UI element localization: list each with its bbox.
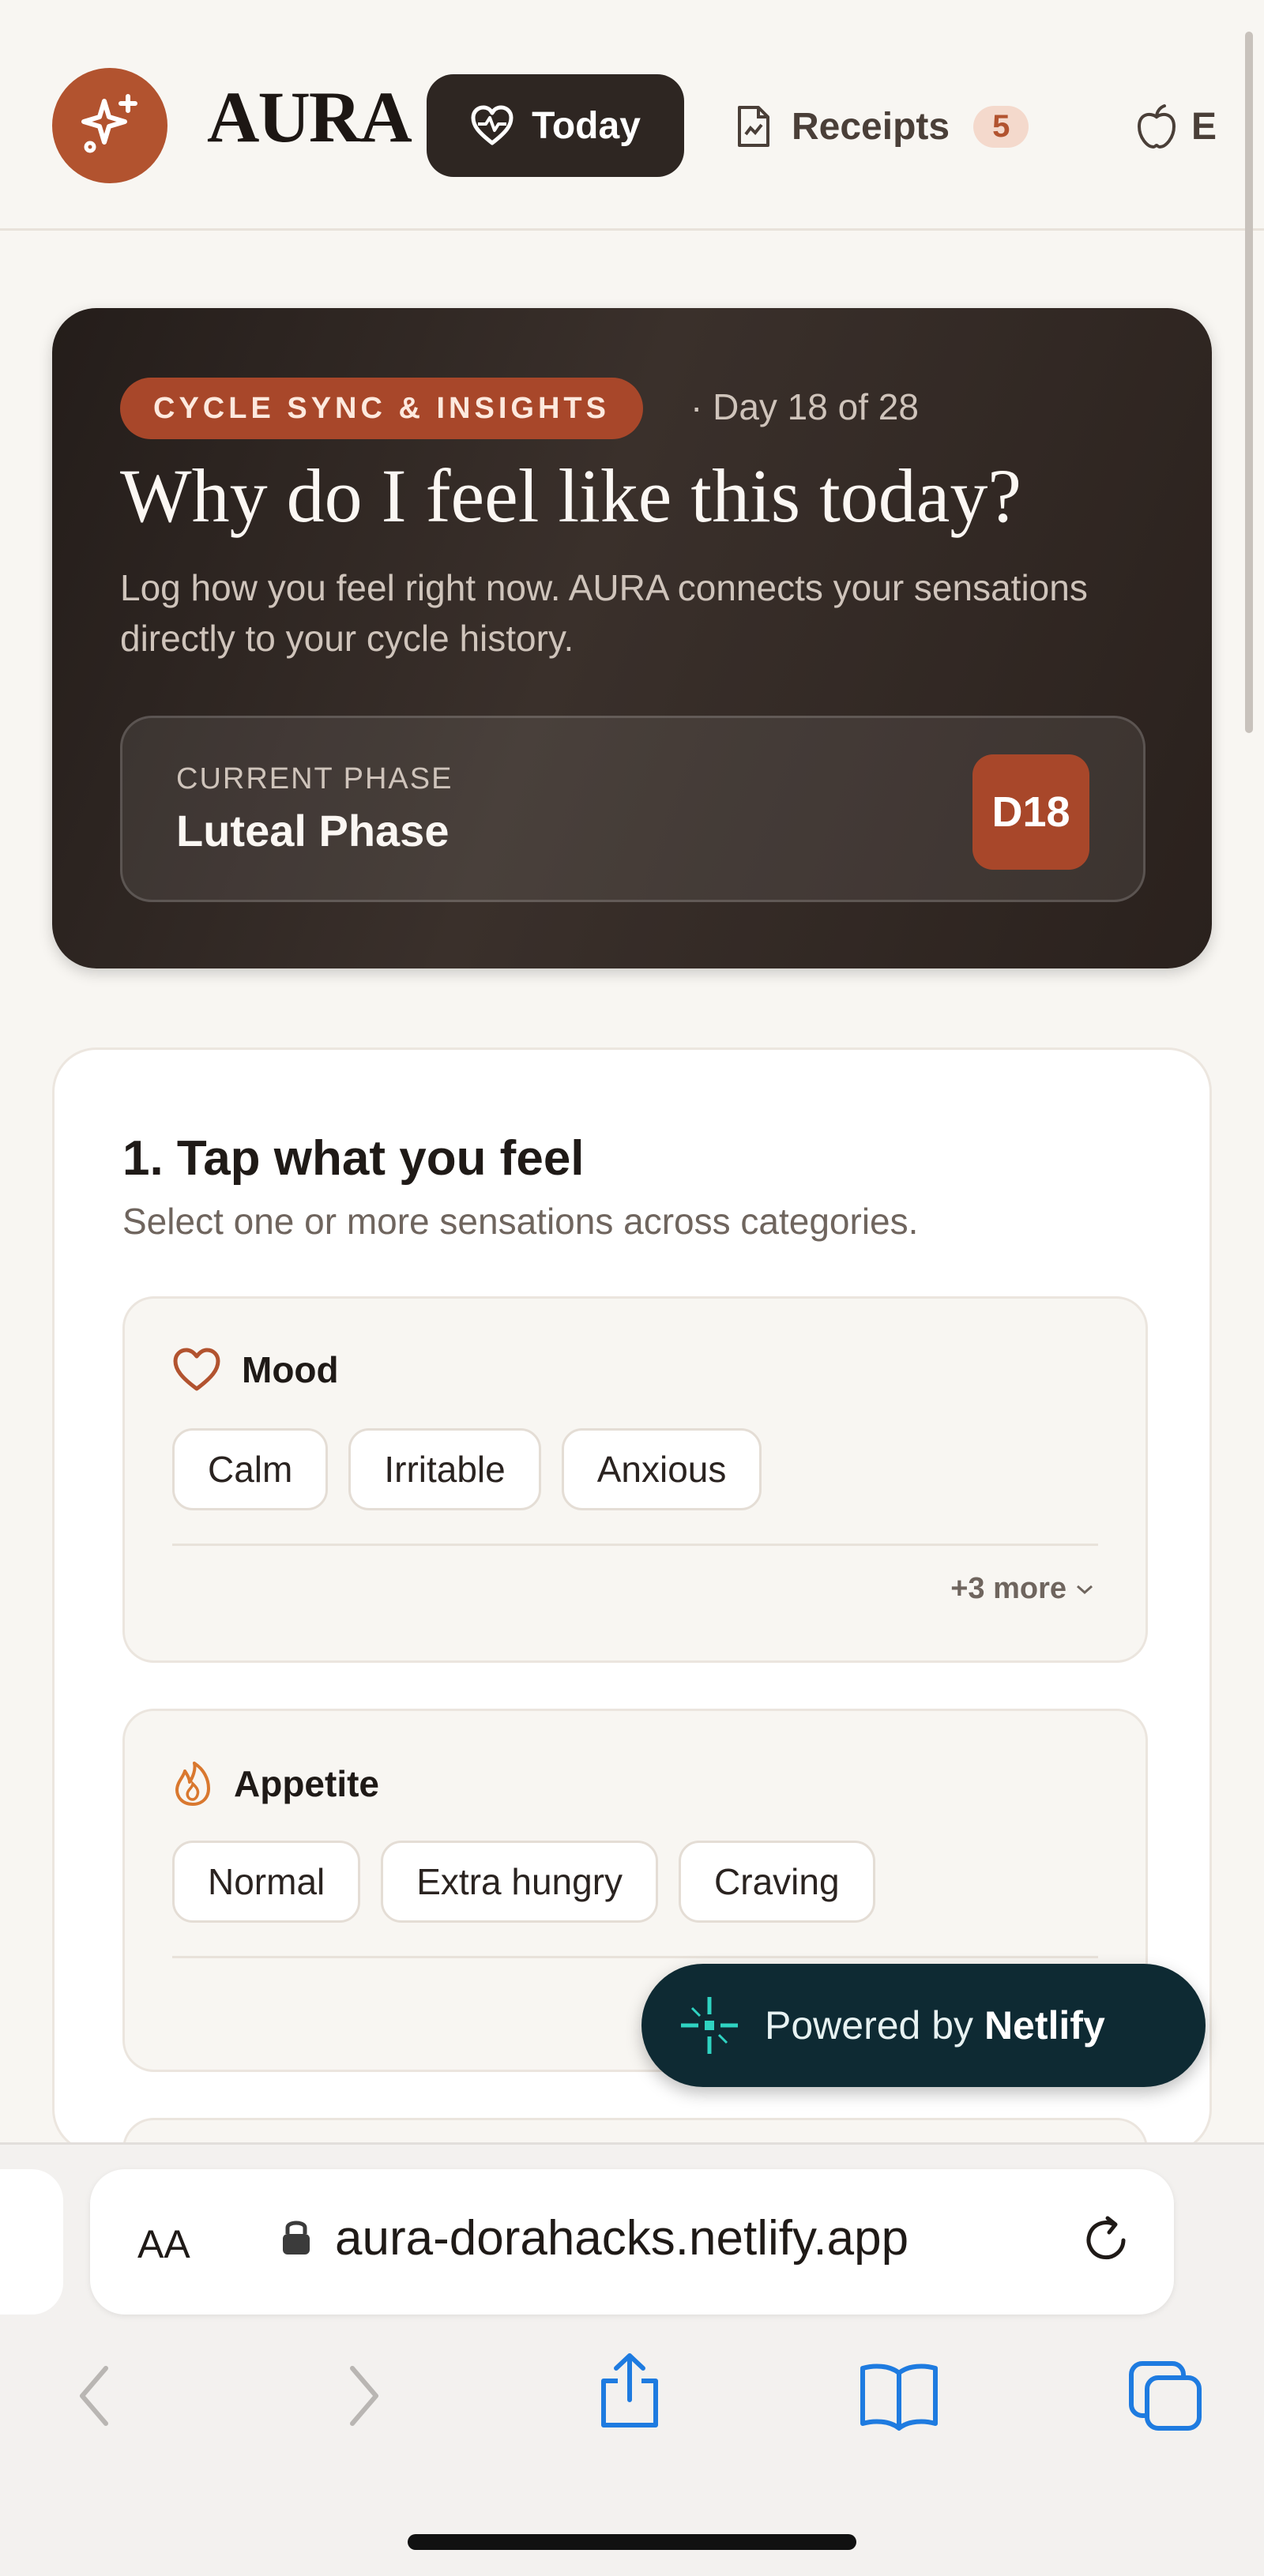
category-name: Mood [242, 1349, 339, 1390]
share-icon[interactable] [594, 2351, 665, 2434]
show-more-button[interactable]: +3 more [950, 1572, 1095, 1606]
chip-group: Calm Irritable Anxious [172, 1428, 762, 1510]
tab-receipts-label: Receipts [792, 105, 950, 148]
previous-tab-stub[interactable] [0, 2169, 63, 2315]
forward-arrow-icon[interactable] [340, 2360, 387, 2435]
netlify-badge-text: Powered by Netlify [765, 2003, 1105, 2048]
netlify-brand: Netlify [984, 2003, 1105, 2048]
tab-today-label: Today [532, 104, 641, 147]
lock-icon [280, 2217, 313, 2262]
chip-irritable[interactable]: Irritable [348, 1428, 541, 1510]
url-text: aura-dorahacks.netlify.app [335, 2211, 909, 2266]
logo-sparkle-icon[interactable] [52, 68, 167, 183]
chip-group: Normal Extra hungry Craving [172, 1841, 875, 1923]
chip-extra-hungry[interactable]: Extra hungry [381, 1841, 659, 1923]
tabs-icon[interactable] [1128, 2360, 1204, 2435]
powered-by-netlify-badge[interactable]: Powered by Netlify [641, 1964, 1206, 2087]
app-header: AURA Today Receipts 5 E [0, 0, 1264, 231]
reader-settings-label: AA [137, 2222, 190, 2266]
receipts-count-badge: 5 [973, 105, 1029, 148]
brand-name: AURA [207, 77, 412, 157]
address-bar[interactable]: AA aura-dorahacks.netlify.app [90, 2169, 1174, 2315]
hero-subtitle: Log how you feel right now. AURA connect… [120, 567, 1088, 659]
section-title: 1. Tap what you feel [122, 1131, 585, 1186]
cycle-day-text: · Day 18 of 28 [690, 386, 919, 427]
apple-icon [1137, 104, 1176, 149]
chevron-down-icon [1077, 1585, 1093, 1594]
category-header: Mood [172, 1348, 339, 1392]
tab-next-label: E [1191, 105, 1217, 148]
netlify-prefix: Powered by [765, 2003, 974, 2048]
category-mood: Mood Calm Irritable Anxious +3 more [122, 1296, 1148, 1663]
chip-anxious[interactable]: Anxious [561, 1428, 762, 1510]
back-arrow-icon[interactable] [71, 2360, 118, 2435]
tab-receipts[interactable]: Receipts 5 [735, 95, 1029, 158]
phase-label: CURRENT PHASE [176, 762, 453, 795]
section-pill: CYCLE SYNC & INSIGHTS [120, 378, 643, 439]
receipt-icon [738, 106, 769, 147]
scrollbar-thumb[interactable] [1245, 32, 1253, 733]
tab-next-partial[interactable]: E [1134, 95, 1217, 158]
category-name: Appetite [234, 1763, 379, 1804]
chip-craving[interactable]: Craving [679, 1841, 875, 1923]
flame-icon [175, 1762, 210, 1806]
reader-settings-button[interactable]: AA [137, 2217, 190, 2268]
phase-day-badge: D18 [972, 754, 1089, 870]
home-indicator[interactable] [408, 2534, 856, 2550]
divider [172, 1956, 1098, 1958]
cycle-sync-hero-card: CYCLE SYNC & INSIGHTS · Day 18 of 28 Why… [52, 308, 1212, 968]
phase-name: Luteal Phase [176, 806, 450, 856]
tab-today[interactable]: Today [427, 74, 684, 177]
heart-icon [173, 1348, 220, 1391]
reload-icon[interactable] [1079, 2212, 1134, 2271]
chip-normal[interactable]: Normal [172, 1841, 361, 1923]
netlify-logo-icon [681, 1997, 738, 2054]
heart-pulse-icon [471, 105, 514, 145]
divider [172, 1544, 1098, 1546]
bookmarks-icon[interactable] [858, 2360, 940, 2435]
category-header: Appetite [172, 1760, 379, 1807]
chip-calm[interactable]: Calm [172, 1428, 329, 1510]
show-more-label: +3 more [950, 1572, 1066, 1605]
hero-title: Why do I feel like this today? [120, 453, 1021, 538]
section-subtitle: Select one or more sensations across cat… [122, 1201, 919, 1242]
current-phase-panel: CURRENT PHASE Luteal Phase D18 [120, 716, 1146, 902]
